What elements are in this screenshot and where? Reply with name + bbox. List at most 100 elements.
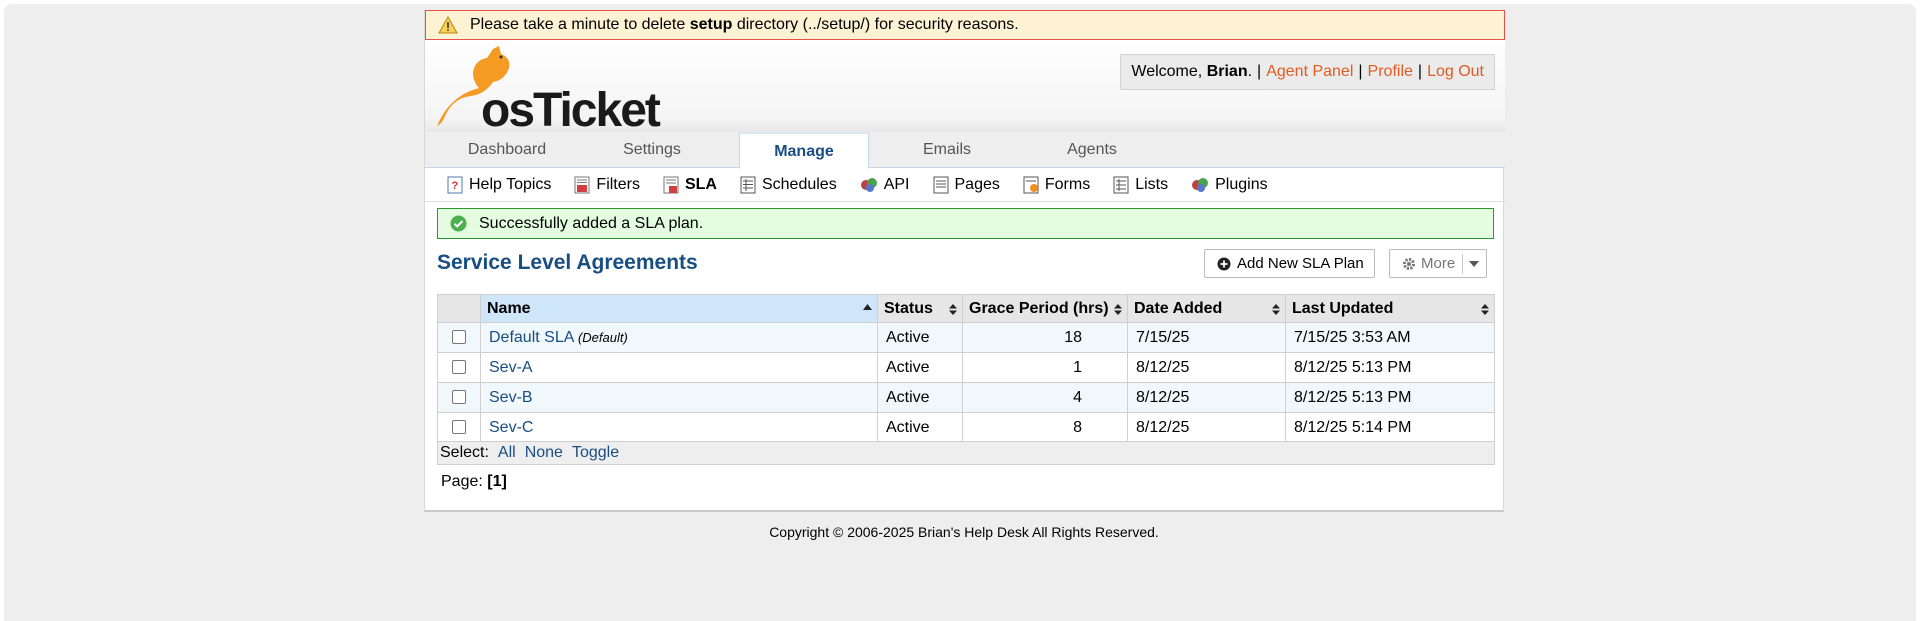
welcome-box: Welcome, Brian. | Agent Panel | Profile … [1120, 54, 1495, 90]
date-added-cell: 8/12/25 [1127, 352, 1286, 383]
date-added-cell: 8/12/25 [1127, 382, 1286, 413]
user-name: Brian [1206, 63, 1248, 80]
header-date-added[interactable]: Date Added [1127, 294, 1286, 323]
pagination: Page: [1] [441, 473, 507, 491]
sort-icon [1272, 304, 1280, 315]
sub-nav: ? Help Topics Filters SLA Schedules API [425, 168, 1505, 202]
more-button[interactable]: More [1389, 249, 1487, 278]
grace-period-cell: 8 [962, 412, 1128, 443]
header-last-updated[interactable]: Last Updated [1285, 294, 1495, 323]
row-checkbox[interactable] [452, 360, 466, 375]
current-page[interactable]: [1] [487, 473, 507, 490]
profile-link[interactable]: Profile [1368, 63, 1413, 81]
subnav-api[interactable]: API [860, 176, 910, 194]
browser-viewport: Please take a minute to delete setup dir… [4, 4, 1916, 621]
status-cell: Active [877, 352, 963, 383]
last-updated-cell: 8/12/25 5:13 PM [1285, 352, 1495, 383]
tab-dashboard[interactable]: Dashboard [437, 132, 577, 168]
date-added-cell: 8/12/25 [1127, 412, 1286, 443]
default-tag: (Default) [577, 329, 628, 345]
select-none-link[interactable]: None [525, 444, 563, 462]
osticket-logo[interactable]: osTicket [433, 45, 673, 137]
footer-copyright: Copyright © 2006-2025 Brian's Help Desk … [769, 524, 1159, 540]
sort-icon [1114, 304, 1122, 315]
sort-asc-icon [863, 304, 872, 310]
add-sla-plan-button[interactable]: Add New SLA Plan [1204, 249, 1375, 278]
subnav-filters[interactable]: Filters [574, 176, 640, 194]
success-message: Successfully added a SLA plan. [437, 208, 1494, 239]
grace-period-cell: 18 [962, 322, 1128, 353]
gear-icon [1403, 257, 1415, 270]
row-checkbox[interactable] [452, 420, 466, 435]
tab-settings[interactable]: Settings [582, 132, 722, 168]
logo-text: osTicket [481, 84, 661, 137]
warning-icon [438, 16, 458, 34]
date-added-cell: 7/15/25 [1127, 322, 1286, 353]
header-status[interactable]: Status [877, 294, 963, 323]
main-container: Please take a minute to delete setup dir… [424, 10, 1505, 512]
subnav-sla[interactable]: SLA [663, 176, 717, 194]
svg-text:?: ? [452, 180, 459, 192]
security-warning-bar: Please take a minute to delete setup dir… [425, 10, 1505, 40]
header-checkbox-col [437, 294, 481, 323]
grace-period-cell: 4 [962, 382, 1128, 413]
tab-emails[interactable]: Emails [877, 132, 1017, 168]
sla-name-link[interactable]: Sev-B [489, 389, 533, 406]
status-cell: Active [877, 412, 963, 443]
warning-suffix: directory (../setup/) for security reaso… [736, 16, 1019, 33]
subnav-plugins[interactable]: Plugins [1191, 176, 1268, 194]
main-nav: Dashboard Settings Manage Emails Agents [425, 132, 1505, 169]
status-cell: Active [877, 322, 963, 353]
pages-icon [933, 176, 948, 193]
subnav-lists[interactable]: Lists [1113, 176, 1168, 194]
header-grace-period[interactable]: Grace Period (hrs) [962, 294, 1128, 323]
sla-name-link[interactable]: Sev-C [489, 419, 533, 436]
sort-icon [1481, 304, 1489, 315]
sla-table: Name Status Grace Period (hrs) Date Adde… [437, 294, 1495, 443]
select-toggle-link[interactable]: Toggle [572, 444, 619, 462]
schedules-icon [740, 176, 756, 193]
table-header-row: Name Status Grace Period (hrs) Date Adde… [437, 294, 1495, 323]
sla-name-link[interactable]: Sev-A [489, 359, 533, 376]
page-label: Page: [441, 473, 483, 490]
row-checkbox[interactable] [452, 390, 466, 405]
api-icon [860, 177, 877, 192]
grace-period-cell: 1 [962, 352, 1128, 383]
lists-icon [1113, 176, 1129, 193]
subnav-help-topics[interactable]: ? Help Topics [447, 176, 551, 194]
success-text: Successfully added a SLA plan. [479, 214, 704, 232]
logout-link[interactable]: Log Out [1427, 63, 1484, 81]
select-row: Select: All None Toggle [437, 441, 1495, 465]
header: osTicket Welcome, Brian. | Agent Panel |… [425, 40, 1505, 137]
table-row: Sev-A Active 1 8/12/25 8/12/25 5:13 PM [437, 352, 1495, 383]
last-updated-cell: 8/12/25 5:14 PM [1285, 412, 1495, 443]
subnav-schedules[interactable]: Schedules [740, 176, 837, 194]
last-updated-cell: 7/15/25 3:53 AM [1285, 322, 1495, 353]
agent-panel-link[interactable]: Agent Panel [1266, 63, 1353, 81]
subnav-pages[interactable]: Pages [933, 176, 1000, 194]
last-updated-cell: 8/12/25 5:13 PM [1285, 382, 1495, 413]
warning-prefix: Please take a minute to delete [470, 16, 686, 33]
header-name[interactable]: Name [480, 294, 878, 323]
forms-icon [1023, 176, 1039, 193]
plus-circle-icon [1217, 257, 1231, 270]
warning-bold: setup [689, 16, 733, 33]
select-all-link[interactable]: All [498, 444, 516, 462]
select-label: Select: [440, 444, 489, 461]
row-checkbox[interactable] [452, 330, 466, 345]
check-circle-icon [450, 215, 467, 232]
sla-name-link[interactable]: Default SLA [489, 329, 574, 346]
tab-agents[interactable]: Agents [1022, 132, 1162, 168]
sla-icon [663, 176, 679, 193]
table-row: Sev-B Active 4 8/12/25 8/12/25 5:13 PM [437, 382, 1495, 413]
chevron-down-icon[interactable] [1469, 261, 1479, 267]
subnav-forms[interactable]: Forms [1023, 176, 1090, 194]
filters-icon [574, 176, 590, 193]
status-cell: Active [877, 382, 963, 413]
table-row: Default SLA (Default) Active 18 7/15/25 … [437, 322, 1495, 353]
tab-manage[interactable]: Manage [739, 132, 869, 169]
welcome-prefix: Welcome, [1131, 63, 1203, 80]
table-row: Sev-C Active 8 8/12/25 8/12/25 5:14 PM [437, 412, 1495, 443]
sort-icon [949, 304, 957, 315]
help-topics-icon: ? [447, 176, 463, 193]
